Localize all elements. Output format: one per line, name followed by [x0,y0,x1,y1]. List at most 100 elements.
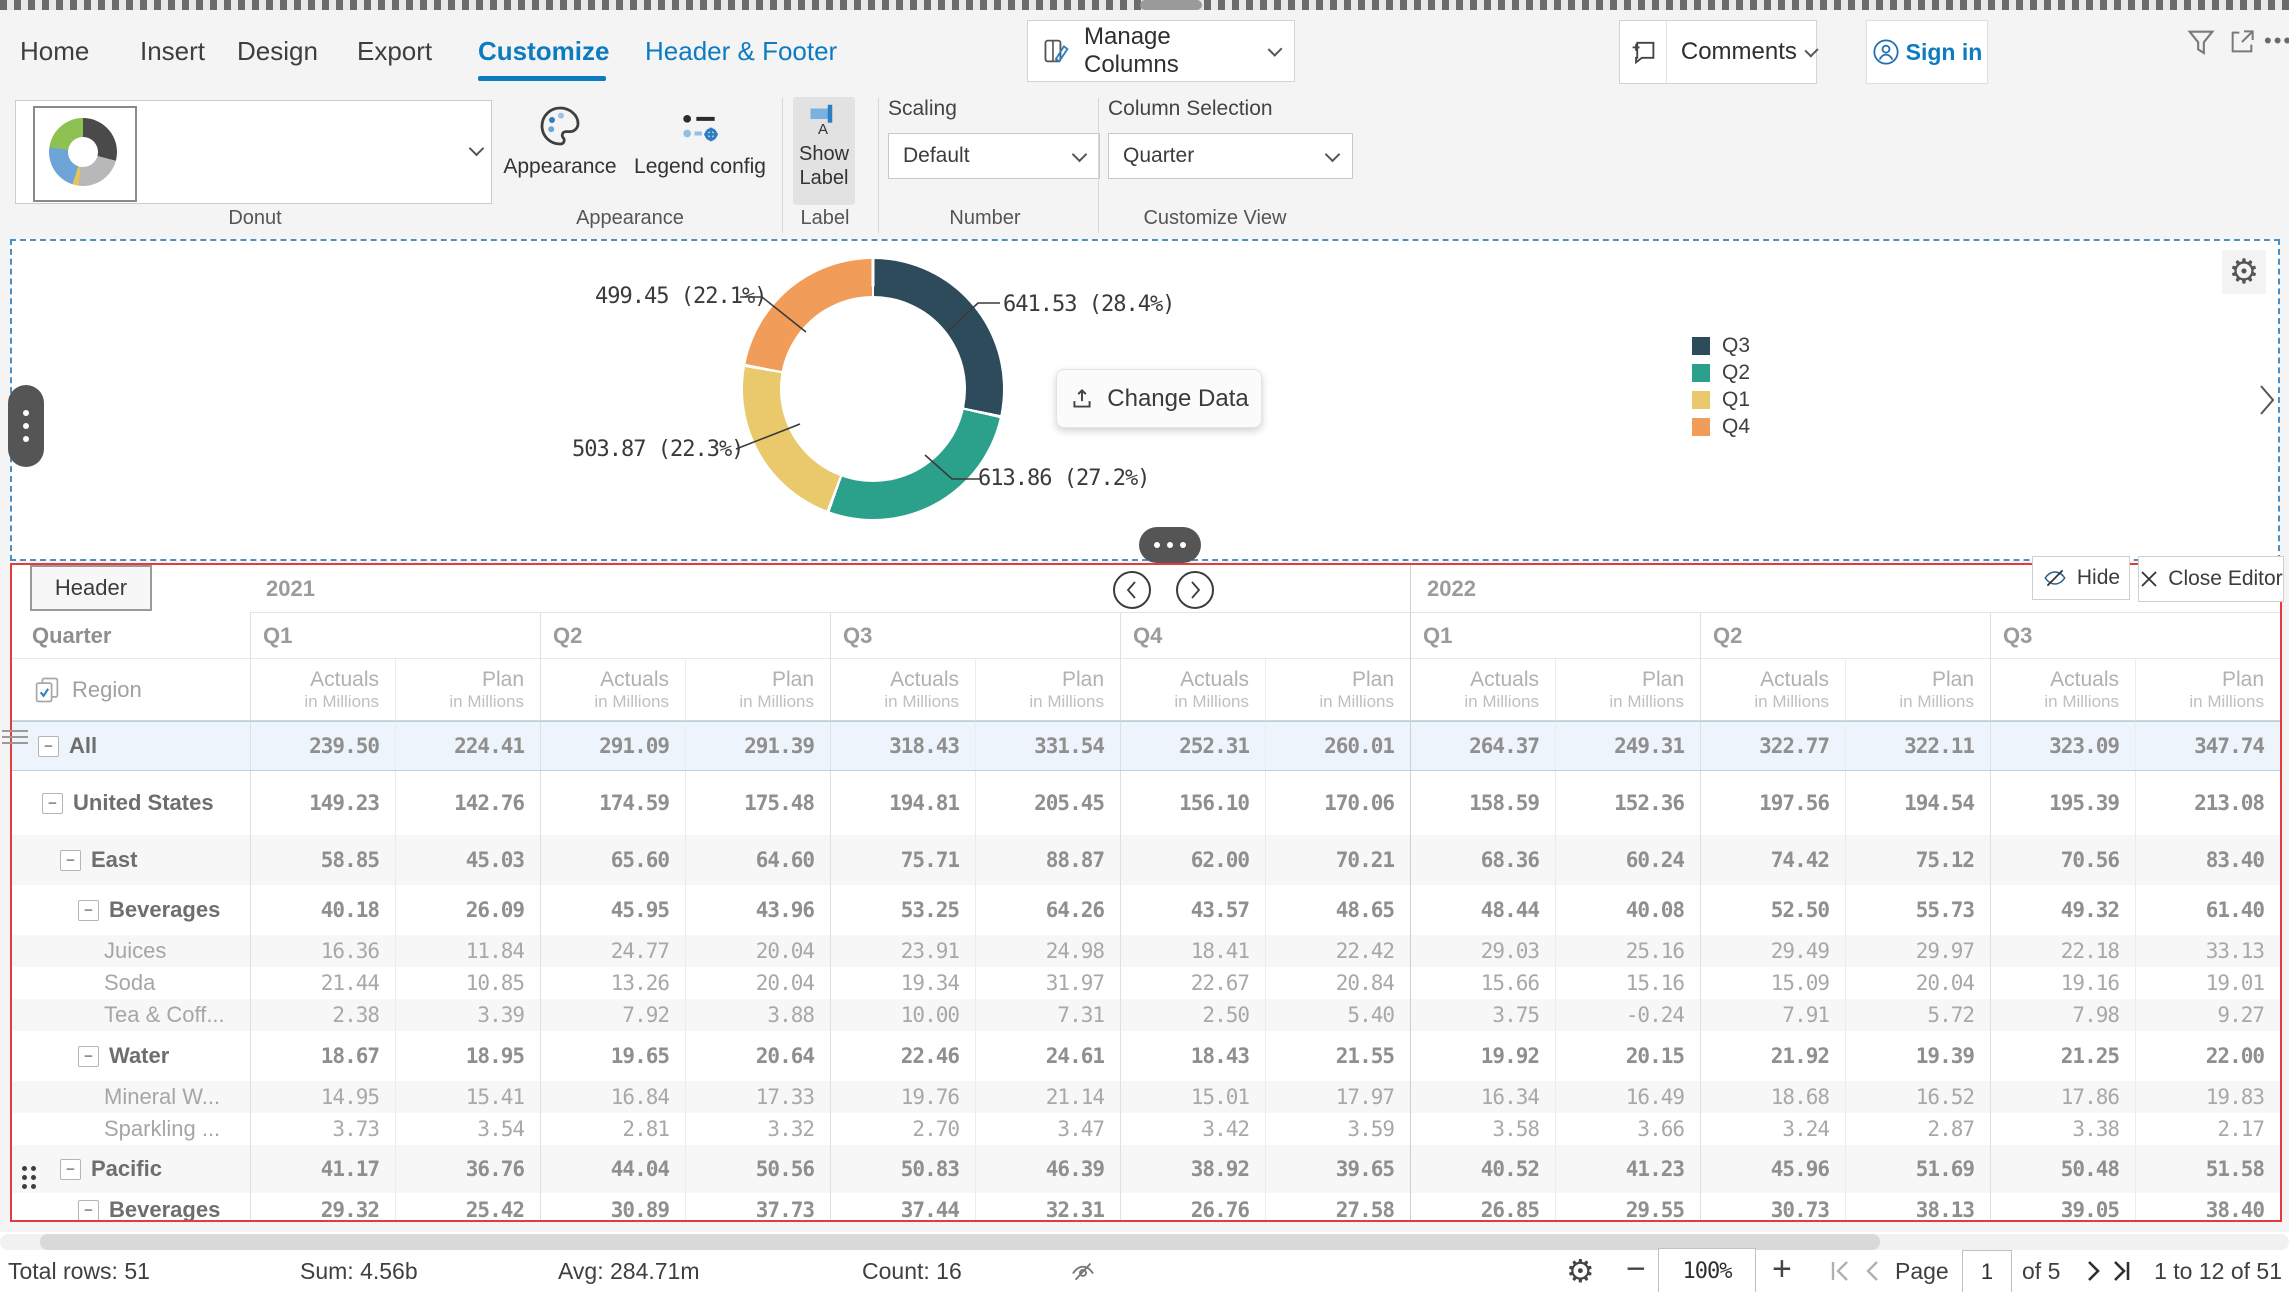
value-cell[interactable]: 18.43 [1120,1031,1265,1081]
value-cell[interactable]: 158.59 [1410,771,1555,835]
value-cell[interactable]: 17.86 [1990,1081,2135,1113]
quarter-header-2021-q2[interactable]: Q2 [540,613,830,659]
table-row-soda[interactable]: Soda21.4410.8513.2620.0419.3431.9722.672… [12,967,2280,999]
first-page-button[interactable] [1828,1256,1854,1291]
value-cell[interactable]: 14.95 [250,1081,395,1113]
value-cell[interactable]: 264.37 [1410,722,1555,770]
value-cell[interactable]: 24.77 [540,935,685,967]
next-page-button[interactable] [2082,1256,2104,1291]
value-cell[interactable]: 3.73 [250,1113,395,1145]
value-cell[interactable]: 318.43 [830,722,975,770]
column-selection-select[interactable]: Quarter [1108,133,1353,179]
value-cell[interactable]: 3.39 [395,999,540,1031]
filter-icon[interactable] [2184,26,2218,65]
value-cell[interactable]: 15.66 [1410,967,1555,999]
value-cell[interactable]: 41.23 [1555,1145,1700,1193]
value-cell[interactable]: 45.96 [1700,1145,1845,1193]
row-label-cell[interactable]: −East [12,835,250,885]
collapse-icon[interactable]: − [78,900,99,921]
quarter-header-2022-q2[interactable]: Q2 [1700,613,1990,659]
value-cell[interactable]: 197.56 [1700,771,1845,835]
scroll-columns-left-button[interactable] [1113,571,1151,609]
quarter-header-2021-q1[interactable]: Q1 [250,613,540,659]
value-cell[interactable]: 19.65 [540,1031,685,1081]
value-cell[interactable]: 43.57 [1120,885,1265,935]
value-cell[interactable]: 194.54 [1845,771,1990,835]
row-label-cell[interactable]: Mineral W... [12,1081,250,1113]
value-cell[interactable]: 52.50 [1700,885,1845,935]
quarter-header-2022-q1[interactable]: Q1 [1410,613,1700,659]
value-cell[interactable]: 31.97 [975,967,1120,999]
value-cell[interactable]: 291.09 [540,722,685,770]
collapse-icon[interactable]: − [38,736,59,757]
menu-item-export[interactable]: Export [357,36,432,67]
value-cell[interactable]: 32.31 [975,1193,1120,1222]
value-cell[interactable]: 3.47 [975,1113,1120,1145]
measure-header-2021-q1-actuals[interactable]: Actualsin Millions [250,659,395,721]
value-cell[interactable]: 3.88 [685,999,830,1031]
value-cell[interactable]: 260.01 [1265,722,1410,770]
value-cell[interactable]: 75.71 [830,835,975,885]
value-cell[interactable]: 33.13 [2135,935,2280,967]
value-cell[interactable]: 21.55 [1265,1031,1410,1081]
value-cell[interactable]: 62.00 [1120,835,1265,885]
row-label-cell[interactable]: Sparkling ... [12,1113,250,1145]
value-cell[interactable]: 323.09 [1990,722,2135,770]
row-label-cell[interactable]: −Pacific [12,1145,250,1193]
add-comment-icon[interactable] [1620,21,1667,83]
quarter-header-2022-q3[interactable]: Q3 [1990,613,2280,659]
value-cell[interactable]: 19.76 [830,1081,975,1113]
legend-config-button[interactable]: Legend config [625,100,775,179]
value-cell[interactable]: 149.23 [250,771,395,835]
value-cell[interactable]: 27.58 [1265,1193,1410,1222]
collapse-icon[interactable]: − [60,850,81,871]
value-cell[interactable]: 322.77 [1700,722,1845,770]
value-cell[interactable]: 5.72 [1845,999,1990,1031]
value-cell[interactable]: 37.44 [830,1193,975,1222]
value-cell[interactable]: 53.25 [830,885,975,935]
measure-header-2021-q4-plan[interactable]: Planin Millions [1265,659,1410,721]
measure-header-2022-q3-actuals[interactable]: Actualsin Millions [1990,659,2135,721]
value-cell[interactable]: 10.85 [395,967,540,999]
value-cell[interactable]: 68.36 [1410,835,1555,885]
status-eye-off-icon[interactable] [1068,1256,1098,1291]
value-cell[interactable]: 40.08 [1555,885,1700,935]
measure-header-2021-q4-actuals[interactable]: Actualsin Millions [1120,659,1265,721]
more-options-icon[interactable]: ••• [2264,28,2289,54]
zoom-level-input[interactable]: 100% [1658,1248,1756,1292]
legend-item-q1[interactable]: Q1 [1692,388,1750,412]
value-cell[interactable]: 25.42 [395,1193,540,1222]
value-cell[interactable]: 15.16 [1555,967,1700,999]
value-cell[interactable]: 20.04 [685,935,830,967]
value-cell[interactable]: 7.31 [975,999,1120,1031]
chart-drag-handle[interactable] [8,385,44,467]
last-page-button[interactable] [2108,1256,2134,1291]
value-cell[interactable]: 21.14 [975,1081,1120,1113]
scroll-columns-right-button[interactable] [1176,571,1214,609]
menu-item-insert[interactable]: Insert [140,36,205,67]
value-cell[interactable]: 3.54 [395,1113,540,1145]
measure-header-2021-q2-actuals[interactable]: Actualsin Millions [540,659,685,721]
value-cell[interactable]: 38.40 [2135,1193,2280,1222]
measure-header-2021-q2-plan[interactable]: Planin Millions [685,659,830,721]
value-cell[interactable]: 19.01 [2135,967,2280,999]
row-label-cell[interactable]: Soda [12,967,250,999]
legend-item-q4[interactable]: Q4 [1692,415,1750,439]
value-cell[interactable]: 58.85 [250,835,395,885]
value-cell[interactable]: 24.61 [975,1031,1120,1081]
value-cell[interactable]: 19.16 [1990,967,2135,999]
value-cell[interactable]: 51.69 [1845,1145,1990,1193]
row-label-cell[interactable]: −Beverages [12,1193,250,1222]
table-drag-dots-handle[interactable] [22,1166,40,1189]
value-cell[interactable]: 3.32 [685,1113,830,1145]
value-cell[interactable]: 23.91 [830,935,975,967]
value-cell[interactable]: 19.39 [1845,1031,1990,1081]
row-drag-handle[interactable] [2,726,28,748]
value-cell[interactable]: 44.04 [540,1145,685,1193]
horizontal-scrollbar-thumb[interactable] [40,1234,1880,1250]
value-cell[interactable]: -0.24 [1555,999,1700,1031]
value-cell[interactable]: 322.11 [1845,722,1990,770]
menu-item-customize[interactable]: Customize [478,36,609,67]
value-cell[interactable]: 21.25 [1990,1031,2135,1081]
value-cell[interactable]: 25.16 [1555,935,1700,967]
